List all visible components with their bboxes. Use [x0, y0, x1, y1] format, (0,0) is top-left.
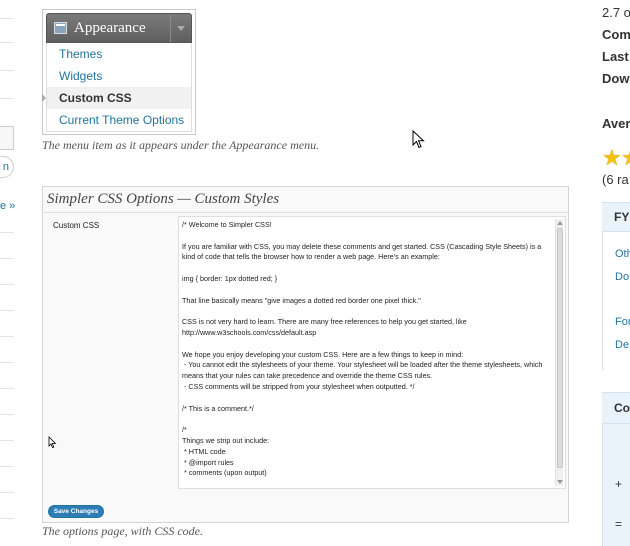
ratings-count-fragment: (6 ra — [602, 172, 629, 187]
left-divider — [0, 310, 14, 311]
save-changes-button[interactable]: Save Changes — [48, 505, 104, 518]
left-divider — [0, 388, 14, 389]
submenu-item-themes[interactable]: Themes — [47, 43, 191, 65]
plus-sign: + — [615, 477, 623, 491]
options-page-screenshot: Simpler CSS Options — Custom Styles Cust… — [42, 186, 569, 523]
left-divider — [0, 362, 14, 363]
fyi-link-do[interactable]: Do — [615, 271, 629, 283]
appearance-menu-header[interactable]: Appearance — [46, 13, 192, 43]
scroll-down-arrow-icon[interactable] — [556, 478, 564, 486]
options-caption: The options page, with CSS code. — [42, 524, 203, 538]
custom-css-textarea[interactable]: /* Welcome to Simpler CSS! If you are fa… — [178, 216, 566, 489]
title-divider — [43, 212, 568, 213]
left-divider — [0, 42, 14, 43]
fyi-link-de[interactable]: De — [615, 339, 629, 351]
submenu-item-custom-css[interactable]: Custom CSS — [42, 87, 191, 109]
fyi-box-header: FY — [602, 202, 630, 232]
options-page-title: Simpler CSS Options — Custom Styles — [47, 191, 280, 207]
left-divider — [0, 414, 14, 415]
left-divider — [0, 98, 14, 99]
custom-css-content: /* Welcome to Simpler CSS! If you are fa… — [182, 220, 543, 478]
left-divider — [0, 70, 14, 71]
plugin-info-sidebar: 2.7 o Com Last Dow Aver ★ ★ (6 ra FY Oth… — [600, 0, 630, 546]
menu-toggle-arrow-icon[interactable] — [170, 14, 191, 42]
left-link-fragment[interactable]: e » — [0, 200, 15, 212]
fyi-link-other[interactable]: Oth — [615, 248, 630, 260]
left-page-edge: n e » — [0, 0, 16, 546]
left-divider — [0, 284, 14, 285]
version-fragment: 2.7 o — [602, 5, 630, 20]
fyi-panel: Oth Do For De — [602, 232, 630, 370]
textarea-scrollbar[interactable] — [555, 219, 563, 486]
last-updated-fragment: Last — [602, 49, 629, 64]
appearance-submenu: Themes Widgets Custom CSS Current Theme … — [42, 43, 192, 132]
left-input-fragment[interactable] — [0, 126, 14, 150]
compat-box-header: Co — [602, 392, 630, 424]
left-divider — [0, 518, 14, 519]
left-divider — [0, 258, 14, 259]
mouse-pointer-icon — [48, 436, 57, 449]
left-divider — [0, 232, 14, 233]
left-divider — [0, 18, 14, 19]
mouse-pointer-icon — [412, 130, 425, 149]
appearance-icon — [54, 22, 67, 34]
average-rating-heading: Aver — [602, 116, 630, 131]
compat-panel: + = — [602, 424, 630, 546]
compatible-fragment: Com — [602, 27, 630, 42]
compat-box-label: Co — [614, 401, 630, 415]
downloads-fragment: Dow — [602, 71, 630, 86]
left-button-fragment[interactable]: n — [0, 156, 14, 178]
submenu-item-current-theme-options[interactable]: Current Theme Options — [47, 109, 191, 131]
appearance-menu-title: Appearance — [74, 20, 146, 36]
submenu-item-widgets[interactable]: Widgets — [47, 65, 191, 87]
scroll-up-arrow-icon[interactable] — [556, 219, 564, 227]
rating-star-icon: ★ — [621, 147, 630, 169]
scroll-thumb[interactable] — [557, 228, 563, 468]
left-divider — [0, 492, 14, 493]
fyi-label: FY — [614, 210, 630, 224]
equals-sign: = — [615, 517, 623, 531]
appearance-menu-screenshot: Appearance Themes Widgets Custom CSS Cur… — [42, 9, 196, 135]
left-divider — [0, 336, 14, 337]
left-divider — [0, 466, 14, 467]
left-divider — [0, 440, 14, 441]
rating-star-icon: ★ — [602, 145, 622, 170]
menu-caption: The menu item as it appears under the Ap… — [42, 138, 320, 152]
fyi-link-for[interactable]: For — [615, 316, 630, 328]
custom-css-label: Custom CSS — [53, 221, 100, 230]
